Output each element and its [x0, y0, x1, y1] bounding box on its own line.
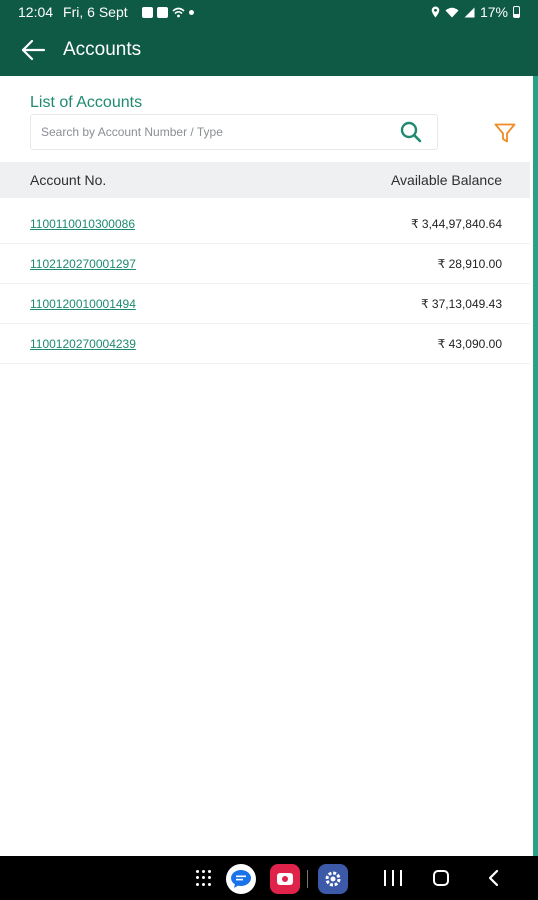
column-header-account-no: Account No. — [30, 172, 107, 188]
table-row: 1100120010001494 ₹ 37,13,049.43 — [0, 284, 530, 324]
status-right: 17% — [431, 4, 520, 20]
account-number-link[interactable]: 1100120270004239 — [30, 337, 136, 351]
hotspot-icon — [172, 7, 185, 17]
scroll-indicator — [533, 76, 538, 856]
recents-button[interactable] — [384, 870, 402, 886]
nav-divider — [307, 870, 308, 888]
available-balance: ₹ 3,44,97,840.64 — [410, 216, 502, 231]
checkbox-notification-icon — [156, 6, 168, 18]
table-row: 1100120270004239 ₹ 43,090.00 — [0, 324, 530, 364]
app-bar: Accounts — [0, 24, 538, 76]
list-title: List of Accounts — [30, 94, 143, 111]
accounts-table: 1100110010300086 ₹ 3,44,97,840.64 110212… — [0, 204, 530, 364]
status-left: 12:04 Fri, 6 Sept — [18, 4, 194, 20]
available-balance: ₹ 43,090.00 — [437, 336, 502, 351]
gallery-notification-icon — [141, 6, 153, 18]
wifi-icon — [445, 7, 459, 17]
search-box — [30, 114, 438, 150]
more-notifications-dot-icon — [188, 9, 194, 15]
page-title: Accounts — [63, 39, 142, 60]
notification-icons — [141, 6, 194, 18]
table-row: 1100110010300086 ₹ 3,44,97,840.64 — [0, 204, 530, 244]
battery-percent: 17% — [479, 4, 508, 20]
location-icon — [431, 6, 440, 18]
account-number-link[interactable]: 1102120270001297 — [30, 257, 136, 271]
filter-icon[interactable] — [492, 120, 518, 146]
app-drawer-icon[interactable] — [196, 870, 212, 886]
status-bar: 12:04 Fri, 6 Sept 17% — [0, 0, 538, 24]
chevron-left-icon — [488, 869, 499, 887]
screen-recorder-app-icon[interactable] — [270, 864, 300, 894]
search-input[interactable] — [41, 125, 397, 139]
signal-icon — [464, 7, 475, 17]
table-header: Account No. Available Balance — [0, 162, 530, 198]
back-button[interactable] — [16, 33, 50, 67]
search-icon[interactable] — [397, 118, 425, 146]
available-balance: ₹ 28,910.00 — [437, 256, 502, 271]
screen: 12:04 Fri, 6 Sept 17% Accounts List of A… — [0, 0, 538, 900]
account-number-link[interactable]: 1100120010001494 — [30, 297, 136, 311]
available-balance: ₹ 37,13,049.43 — [420, 296, 502, 311]
arrow-left-icon — [21, 39, 46, 61]
status-date: Fri, 6 Sept — [63, 4, 128, 20]
battery-icon — [513, 6, 520, 18]
column-header-available-balance: Available Balance — [390, 172, 502, 188]
account-number-link[interactable]: 1100110010300086 — [30, 217, 135, 231]
settings-app-icon[interactable] — [318, 864, 348, 894]
status-time: 12:04 — [18, 4, 54, 20]
messages-app-icon[interactable] — [226, 864, 256, 894]
system-back-button[interactable] — [484, 868, 504, 888]
table-row: 1102120270001297 ₹ 28,910.00 — [0, 244, 530, 284]
system-nav-bar — [0, 856, 538, 900]
home-button[interactable] — [433, 870, 449, 886]
